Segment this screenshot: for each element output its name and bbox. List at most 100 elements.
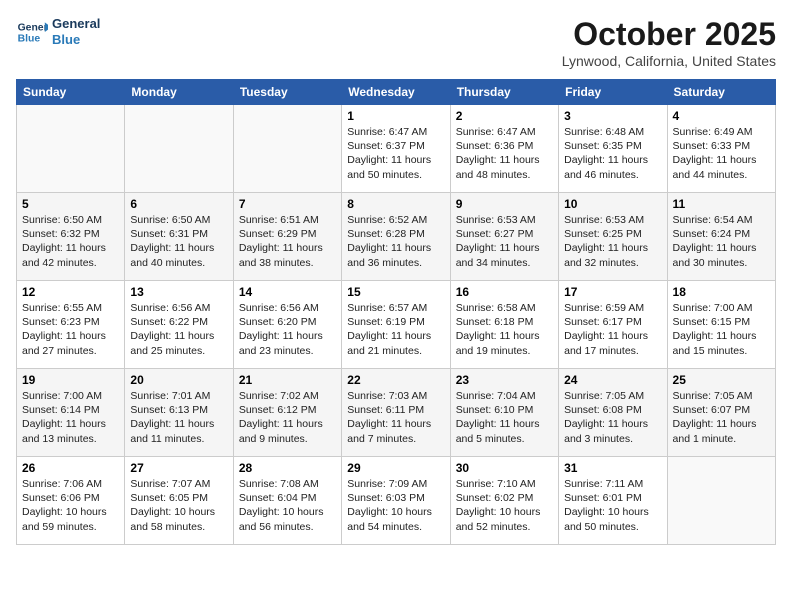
logo-blue: Blue — [52, 32, 100, 48]
day-number: 17 — [564, 285, 661, 299]
calendar-cell: 10 Sunrise: 6:53 AMSunset: 6:25 PMDayligh… — [559, 193, 667, 281]
calendar-cell: 18 Sunrise: 7:00 AMSunset: 6:15 PMDayligh… — [667, 281, 775, 369]
logo-general: General — [52, 16, 100, 32]
day-number: 10 — [564, 197, 661, 211]
calendar-cell: 19Sunrise: 7:00 AMSunset: 6:14 PMDayligh… — [17, 369, 125, 457]
calendar-cell: 8Sunrise: 6:52 AMSunset: 6:28 PMDaylight… — [342, 193, 450, 281]
day-content: Sunrise: 6:55 AMSunset: 6:23 PMDaylight:… — [22, 301, 119, 358]
day-content: Sunrise: 7:09 AMSunset: 6:03 PMDaylight:… — [347, 477, 444, 534]
day-content: Sunrise: 6:47 AMSunset: 6:36 PMDaylight:… — [456, 125, 553, 182]
day-content: Sunrise: 6:58 AMSunset: 6:18 PMDaylight:… — [456, 301, 553, 358]
calendar-cell: 16 Sunrise: 6:58 AMSunset: 6:18 PMDayligh… — [450, 281, 558, 369]
day-content: Sunrise: 7:01 AMSunset: 6:13 PMDaylight:… — [130, 389, 227, 446]
day-content: Sunrise: 7:11 AMSunset: 6:01 PMDaylight:… — [564, 477, 661, 534]
calendar-cell: 29 Sunrise: 7:09 AMSunset: 6:03 PMDayligh… — [342, 457, 450, 545]
calendar-cell: 3 Sunrise: 6:48 AMSunset: 6:35 PMDaylight… — [559, 105, 667, 193]
day-number: 5 — [22, 197, 119, 211]
calendar-cell: 26 Sunrise: 7:06 AMSunset: 6:06 PMDayligh… — [17, 457, 125, 545]
location: Lynwood, California, United States — [562, 53, 776, 69]
calendar-cell: 9 Sunrise: 6:53 AMSunset: 6:27 PMDaylight… — [450, 193, 558, 281]
day-number: 16 — [456, 285, 553, 299]
day-number: 23 — [456, 373, 553, 387]
day-content: Sunrise: 6:53 AMSunset: 6:25 PMDaylight:… — [564, 213, 661, 270]
day-number: 3 — [564, 109, 661, 123]
day-number: 18 — [673, 285, 770, 299]
calendar-cell — [233, 105, 341, 193]
calendar-cell: 20 Sunrise: 7:01 AMSunset: 6:13 PMDayligh… — [125, 369, 233, 457]
day-content: Sunrise: 7:00 AMSunset: 6:15 PMDaylight:… — [673, 301, 770, 358]
calendar-cell: 17 Sunrise: 6:59 AMSunset: 6:17 PMDayligh… — [559, 281, 667, 369]
day-number: 14 — [239, 285, 336, 299]
week-row-3: 12 Sunrise: 6:55 AMSunset: 6:23 PMDayligh… — [17, 281, 776, 369]
day-number: 2 — [456, 109, 553, 123]
calendar-cell: 28 Sunrise: 7:08 AMSunset: 6:04 PMDayligh… — [233, 457, 341, 545]
day-content: Sunrise: 7:04 AMSunset: 6:10 PMDaylight:… — [456, 389, 553, 446]
day-content: Sunrise: 6:50 AMSunset: 6:32 PMDaylight:… — [22, 213, 119, 270]
day-content: Sunrise: 6:53 AMSunset: 6:27 PMDaylight:… — [456, 213, 553, 270]
calendar-cell: 21 Sunrise: 7:02 AMSunset: 6:12 PMDayligh… — [233, 369, 341, 457]
day-number: 20 — [130, 373, 227, 387]
day-number: 27 — [130, 461, 227, 475]
calendar-cell: 2 Sunrise: 6:47 AMSunset: 6:36 PMDaylight… — [450, 105, 558, 193]
day-content: Sunrise: 6:51 AMSunset: 6:29 PMDaylight:… — [239, 213, 336, 270]
calendar-cell: 22 Sunrise: 7:03 AMSunset: 6:11 PMDayligh… — [342, 369, 450, 457]
day-content: Sunrise: 6:48 AMSunset: 6:35 PMDaylight:… — [564, 125, 661, 182]
header-cell-friday: Friday — [559, 80, 667, 105]
day-number: 31 — [564, 461, 661, 475]
calendar-cell: 23 Sunrise: 7:04 AMSunset: 6:10 PMDayligh… — [450, 369, 558, 457]
day-number: 9 — [456, 197, 553, 211]
logo-icon: General Blue — [16, 16, 48, 48]
day-number: 13 — [130, 285, 227, 299]
day-content: Sunrise: 6:56 AMSunset: 6:22 PMDaylight:… — [130, 301, 227, 358]
week-row-2: 5 Sunrise: 6:50 AMSunset: 6:32 PMDaylight… — [17, 193, 776, 281]
calendar-cell — [667, 457, 775, 545]
calendar-cell: 7 Sunrise: 6:51 AMSunset: 6:29 PMDaylight… — [233, 193, 341, 281]
month-title: October 2025 — [562, 16, 776, 53]
day-content: Sunrise: 6:57 AMSunset: 6:19 PMDaylight:… — [347, 301, 444, 358]
calendar-cell: 12 Sunrise: 6:55 AMSunset: 6:23 PMDayligh… — [17, 281, 125, 369]
day-content: Sunrise: 7:06 AMSunset: 6:06 PMDaylight:… — [22, 477, 119, 534]
day-number: 4 — [673, 109, 770, 123]
day-number: 25 — [673, 373, 770, 387]
day-number: 24 — [564, 373, 661, 387]
day-content: Sunrise: 6:49 AMSunset: 6:33 PMDaylight:… — [673, 125, 770, 182]
day-number: 28 — [239, 461, 336, 475]
calendar-table: SundayMondayTuesdayWednesdayThursdayFrid… — [16, 79, 776, 545]
day-content: Sunrise: 7:08 AMSunset: 6:04 PMDaylight:… — [239, 477, 336, 534]
calendar-cell — [17, 105, 125, 193]
calendar-cell: 24 Sunrise: 7:05 AMSunset: 6:08 PMDayligh… — [559, 369, 667, 457]
week-row-1: 1Sunrise: 6:47 AMSunset: 6:37 PMDaylight… — [17, 105, 776, 193]
day-number: 29 — [347, 461, 444, 475]
calendar-cell: 14 Sunrise: 6:56 AMSunset: 6:20 PMDayligh… — [233, 281, 341, 369]
page-header: General Blue General Blue October 2025 L… — [16, 16, 776, 69]
day-number: 26 — [22, 461, 119, 475]
header-row: SundayMondayTuesdayWednesdayThursdayFrid… — [17, 80, 776, 105]
day-content: Sunrise: 7:03 AMSunset: 6:11 PMDaylight:… — [347, 389, 444, 446]
logo: General Blue General Blue — [16, 16, 100, 48]
header-cell-monday: Monday — [125, 80, 233, 105]
header-cell-wednesday: Wednesday — [342, 80, 450, 105]
day-content: Sunrise: 7:05 AMSunset: 6:08 PMDaylight:… — [564, 389, 661, 446]
calendar-cell: 25 Sunrise: 7:05 AMSunset: 6:07 PMDayligh… — [667, 369, 775, 457]
day-content: Sunrise: 7:02 AMSunset: 6:12 PMDaylight:… — [239, 389, 336, 446]
calendar-cell: 15Sunrise: 6:57 AMSunset: 6:19 PMDayligh… — [342, 281, 450, 369]
title-block: October 2025 Lynwood, California, United… — [562, 16, 776, 69]
day-content: Sunrise: 6:56 AMSunset: 6:20 PMDaylight:… — [239, 301, 336, 358]
day-number: 12 — [22, 285, 119, 299]
day-content: Sunrise: 6:59 AMSunset: 6:17 PMDaylight:… — [564, 301, 661, 358]
day-content: Sunrise: 6:50 AMSunset: 6:31 PMDaylight:… — [130, 213, 227, 270]
day-content: Sunrise: 7:05 AMSunset: 6:07 PMDaylight:… — [673, 389, 770, 446]
week-row-4: 19Sunrise: 7:00 AMSunset: 6:14 PMDayligh… — [17, 369, 776, 457]
calendar-cell: 31 Sunrise: 7:11 AMSunset: 6:01 PMDayligh… — [559, 457, 667, 545]
day-content: Sunrise: 6:47 AMSunset: 6:37 PMDaylight:… — [347, 125, 444, 182]
calendar-cell: 4 Sunrise: 6:49 AMSunset: 6:33 PMDaylight… — [667, 105, 775, 193]
calendar-cell: 1Sunrise: 6:47 AMSunset: 6:37 PMDaylight… — [342, 105, 450, 193]
day-number: 7 — [239, 197, 336, 211]
header-cell-tuesday: Tuesday — [233, 80, 341, 105]
day-number: 6 — [130, 197, 227, 211]
header-cell-sunday: Sunday — [17, 80, 125, 105]
day-number: 21 — [239, 373, 336, 387]
svg-text:General: General — [18, 22, 48, 33]
day-number: 22 — [347, 373, 444, 387]
day-number: 8 — [347, 197, 444, 211]
